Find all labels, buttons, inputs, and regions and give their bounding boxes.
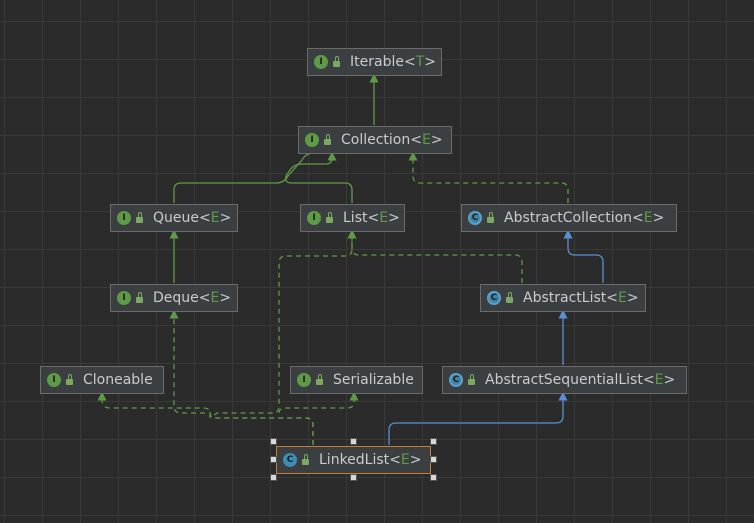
- type-close: >: [430, 132, 443, 148]
- type-param: E: [654, 372, 664, 388]
- edge-queue-collection: [173, 152, 326, 203]
- type-param: E: [643, 210, 653, 226]
- interface-icon: I: [117, 291, 131, 305]
- lock-icon: [135, 292, 145, 304]
- type-close: >: [663, 372, 676, 388]
- class-icon: C: [283, 453, 297, 467]
- type-param: E: [210, 290, 220, 306]
- type-close: >: [652, 210, 665, 226]
- inheritance-edges: [97, 73, 604, 445]
- resize-handle-s[interactable]: [350, 474, 357, 481]
- edge-list-collection: [284, 151, 353, 203]
- type-param: E: [400, 452, 410, 468]
- type-open: <: [389, 452, 401, 468]
- node-name: AbstractList: [523, 290, 607, 306]
- edge-linkedlist-serializable: [278, 391, 359, 414]
- type-param: E: [210, 210, 220, 226]
- type-param: T: [415, 54, 425, 70]
- node-name: List: [343, 210, 368, 226]
- node-abstract-collection[interactable]: C AbstractCollection < E >: [461, 204, 677, 232]
- type-open: <: [410, 132, 422, 148]
- type-param: E: [617, 290, 627, 306]
- node-deque[interactable]: I Deque < E >: [110, 284, 238, 312]
- type-open: <: [367, 210, 380, 226]
- abstract-class-icon: C: [449, 373, 463, 387]
- edge-linkedlist-abstractsequentiallist: [388, 391, 568, 445]
- edge-linkedlist-list: [212, 229, 357, 445]
- type-param: E: [421, 132, 431, 148]
- type-open: <: [198, 290, 211, 306]
- node-name: Queue: [153, 210, 199, 226]
- node-name: AbstractSequentialList: [485, 372, 643, 388]
- resize-handle-w[interactable]: [270, 456, 277, 463]
- node-name: Cloneable: [83, 372, 153, 388]
- lock-icon: [323, 134, 333, 146]
- interface-icon: I: [305, 133, 319, 147]
- node-collection[interactable]: I Collection < E >: [298, 126, 452, 154]
- node-iterable[interactable]: I Iterable < T >: [307, 48, 442, 76]
- type-close: >: [219, 290, 232, 306]
- node-name: AbstractCollection: [504, 210, 633, 226]
- type-open: <: [606, 290, 618, 306]
- resize-handle-e[interactable]: [430, 456, 437, 463]
- resize-handle-nw[interactable]: [270, 438, 277, 445]
- lock-icon: [135, 212, 145, 224]
- lock-icon: [505, 292, 515, 304]
- node-linked-list[interactable]: C LinkedList < E >: [276, 446, 431, 474]
- lock-icon: [315, 374, 325, 386]
- node-name: Collection: [341, 132, 411, 148]
- abstract-class-icon: C: [468, 211, 482, 225]
- interface-icon: I: [314, 55, 328, 69]
- edge-linkedlist-cloneable: [97, 391, 211, 418]
- resize-handle-se[interactable]: [430, 474, 437, 481]
- node-name: LinkedList: [319, 452, 390, 468]
- resize-handle-sw[interactable]: [270, 474, 277, 481]
- edge-abstractlist-list: [347, 229, 523, 283]
- type-close: >: [388, 210, 400, 226]
- interface-icon: I: [47, 373, 61, 387]
- interface-icon: I: [117, 211, 131, 225]
- type-close: >: [409, 452, 422, 468]
- node-cloneable[interactable]: I Cloneable: [40, 366, 164, 394]
- resize-handle-n[interactable]: [350, 438, 357, 445]
- node-queue[interactable]: I Queue < E >: [110, 204, 238, 232]
- lock-icon: [486, 212, 496, 224]
- lock-icon: [332, 56, 342, 68]
- node-list[interactable]: I List < E >: [300, 204, 405, 232]
- type-open: <: [403, 54, 416, 70]
- type-param: E: [379, 210, 389, 226]
- interface-icon: I: [297, 373, 311, 387]
- abstract-class-icon: C: [487, 291, 501, 305]
- node-serializable[interactable]: I Serializable: [290, 366, 423, 394]
- interface-icon: I: [307, 211, 321, 225]
- lock-icon: [325, 212, 335, 224]
- type-close: >: [626, 290, 639, 306]
- node-name: Iterable: [350, 54, 404, 70]
- resize-handle-ne[interactable]: [430, 438, 437, 445]
- node-name: Serializable: [333, 372, 414, 388]
- type-open: <: [199, 210, 211, 226]
- type-close: >: [219, 210, 232, 226]
- lock-icon: [467, 374, 477, 386]
- type-open: <: [632, 210, 644, 226]
- node-abstract-sequential-list[interactable]: C AbstractSequentialList < E >: [442, 366, 687, 394]
- lock-icon: [65, 374, 75, 386]
- type-open: <: [642, 372, 655, 388]
- edge-abstractlist-abstractcollection: [563, 229, 604, 283]
- node-abstract-list[interactable]: C AbstractList < E >: [480, 284, 646, 312]
- edge-abstractcollection-collection: [408, 151, 569, 203]
- lock-icon: [301, 454, 311, 466]
- type-close: >: [424, 54, 436, 70]
- node-name: Deque: [153, 290, 199, 306]
